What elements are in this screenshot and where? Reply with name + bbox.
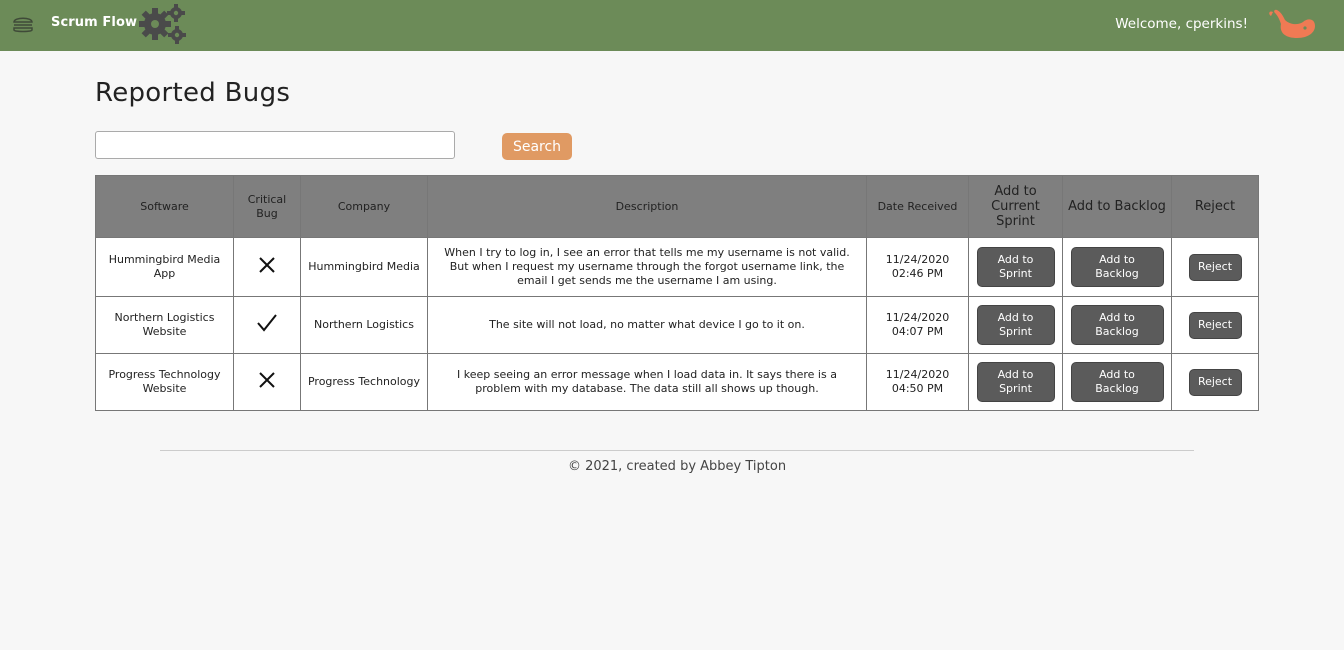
date-cell: 11/24/2020 04:50 PM: [866, 353, 969, 411]
critical-cell: [233, 296, 301, 354]
x-icon: [259, 257, 275, 273]
column-header-software: Software: [95, 175, 234, 238]
reject-button[interactable]: Reject: [1188, 311, 1242, 339]
x-icon: [259, 372, 275, 388]
reject-cell: Reject: [1171, 237, 1259, 297]
description-cell: I keep seeing an error message when I lo…: [427, 353, 867, 411]
search-input[interactable]: [95, 131, 455, 159]
top-navbar: Scrum Flow Welcome, cperkins!: [0, 0, 1344, 51]
brand-name[interactable]: Scrum Flow: [51, 15, 137, 30]
gears-icon[interactable]: [137, 3, 187, 45]
add-sprint-cell: Add to Sprint: [968, 237, 1063, 297]
column-header-company: Company: [300, 175, 428, 238]
add-to-backlog-button[interactable]: Add to Backlog: [1070, 305, 1164, 345]
reject-button[interactable]: Reject: [1188, 368, 1242, 396]
check-icon: [257, 314, 277, 332]
date-cell: 11/24/2020 04:07 PM: [866, 296, 969, 354]
software-cell: Progress Technology Website: [95, 353, 234, 411]
add-backlog-cell: Add to Backlog: [1062, 237, 1172, 297]
column-header-add-backlog: Add to Backlog: [1062, 175, 1172, 238]
company-cell: Northern Logistics: [300, 296, 428, 354]
add-to-backlog-button[interactable]: Add to Backlog: [1070, 362, 1164, 402]
add-to-backlog-button[interactable]: Add to Backlog: [1070, 247, 1164, 287]
bugs-table: Software Critical Bug Company Descriptio…: [95, 175, 1259, 411]
table-row: Northern Logistics Website Northern Logi…: [95, 296, 1259, 354]
add-to-sprint-button[interactable]: Add to Sprint: [976, 247, 1055, 287]
add-sprint-cell: Add to Sprint: [968, 296, 1063, 354]
welcome-message: Welcome, cperkins!: [1115, 16, 1248, 32]
search-button[interactable]: Search: [502, 133, 572, 160]
add-to-sprint-button[interactable]: Add to Sprint: [976, 305, 1055, 345]
column-header-reject: Reject: [1171, 175, 1259, 238]
company-cell: Progress Technology: [300, 353, 428, 411]
description-cell: When I try to log in, I see an error tha…: [427, 237, 867, 297]
whale-icon[interactable]: [1267, 8, 1317, 40]
add-backlog-cell: Add to Backlog: [1062, 296, 1172, 354]
table-row: Progress Technology Website Progress Tec…: [95, 353, 1259, 411]
column-header-add-sprint: Add to Current Sprint: [968, 175, 1063, 238]
description-cell: The site will not load, no matter what d…: [427, 296, 867, 354]
reject-cell: Reject: [1171, 296, 1259, 354]
date-cell: 11/24/2020 02:46 PM: [866, 237, 969, 297]
software-cell: Hummingbird Media App: [95, 237, 234, 297]
add-to-sprint-button[interactable]: Add to Sprint: [976, 362, 1055, 402]
critical-cell: [233, 353, 301, 411]
add-backlog-cell: Add to Backlog: [1062, 353, 1172, 411]
reject-cell: Reject: [1171, 353, 1259, 411]
page-title: Reported Bugs: [95, 78, 291, 108]
footer-copyright: © 2021, created by Abbey Tipton: [567, 459, 787, 474]
reject-button[interactable]: Reject: [1188, 253, 1242, 281]
company-cell: Hummingbird Media: [300, 237, 428, 297]
table-header-row: Software Critical Bug Company Descriptio…: [95, 175, 1259, 238]
footer-divider: [160, 450, 1194, 451]
column-header-description: Description: [427, 175, 867, 238]
add-sprint-cell: Add to Sprint: [968, 353, 1063, 411]
table-row: Hummingbird Media App Hummingbird Media …: [95, 237, 1259, 297]
critical-cell: [233, 237, 301, 297]
hamburger-icon[interactable]: [11, 12, 35, 36]
column-header-critical: Critical Bug: [233, 175, 301, 238]
column-header-date: Date Received: [866, 175, 969, 238]
software-cell: Northern Logistics Website: [95, 296, 234, 354]
